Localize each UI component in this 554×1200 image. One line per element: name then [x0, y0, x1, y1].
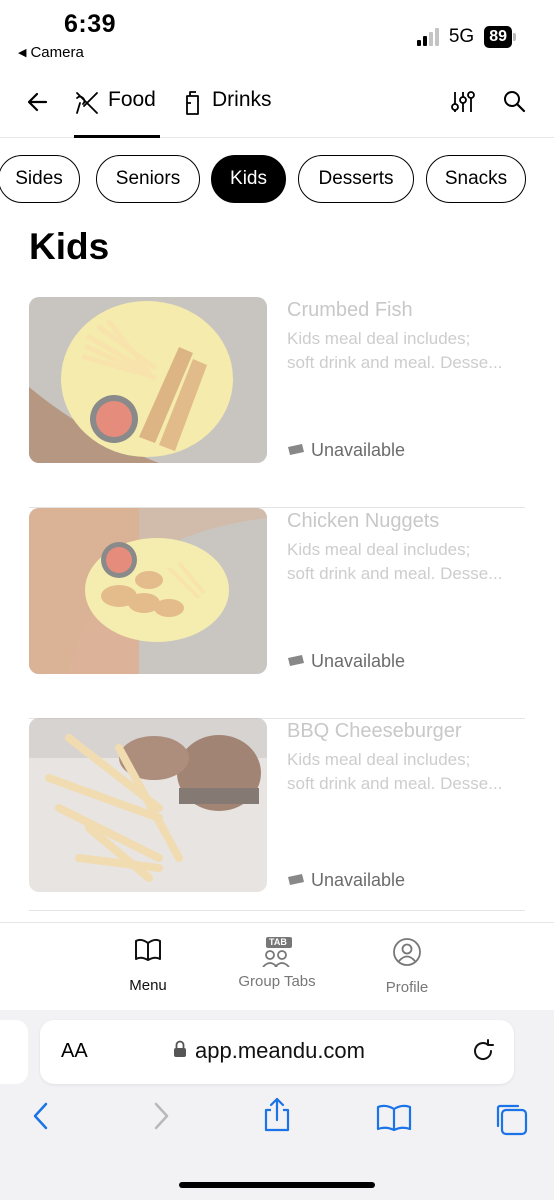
- url-text: app.meandu.com: [195, 1038, 365, 1063]
- nav-menu-label: Menu: [129, 977, 167, 994]
- address-bar[interactable]: AA app.meandu.com: [40, 1020, 514, 1084]
- item-photo-cheeseburger: [29, 718, 267, 892]
- status-indicators: 5G 89: [416, 26, 516, 48]
- bottom-nav: Menu TAB Group Tabs Profile: [0, 922, 554, 1010]
- chip-seniors[interactable]: Seniors: [96, 155, 200, 203]
- unavailable-icon: [287, 651, 305, 672]
- menu-item[interactable]: BBQ Cheeseburger Kids meal deal includes…: [29, 718, 525, 911]
- back-triangle-icon: ◀: [18, 47, 27, 59]
- tab-food[interactable]: Food: [74, 84, 160, 138]
- book-open-icon: [133, 937, 163, 969]
- nav-menu[interactable]: Menu: [126, 937, 170, 994]
- network-type: 5G: [448, 26, 475, 47]
- menu-item[interactable]: Crumbed Fish Kids meal deal includes; so…: [29, 297, 525, 508]
- url-display[interactable]: app.meandu.com: [173, 1038, 365, 1064]
- item-name: Chicken Nuggets: [287, 510, 440, 532]
- item-name: BBQ Cheeseburger: [287, 720, 462, 742]
- item-photo-nuggets: [29, 508, 267, 674]
- reload-icon[interactable]: [470, 1038, 496, 1069]
- filter-sliders-icon[interactable]: [449, 88, 477, 116]
- chip-sides[interactable]: Sides: [0, 155, 80, 203]
- lock-icon: [173, 1038, 187, 1064]
- section-title: Kids: [29, 226, 110, 267]
- item-description: Kids meal deal includes; soft drink and …: [287, 540, 503, 583]
- back-to-app[interactable]: ◀ Camera: [18, 44, 84, 61]
- chip-kids[interactable]: Kids: [211, 155, 286, 203]
- forward-chevron-icon[interactable]: [150, 1100, 172, 1137]
- status-bar: 6:39 ◀ Camera 5G 89: [0, 0, 554, 70]
- item-photo-fish: [29, 297, 267, 463]
- item-name: Crumbed Fish: [287, 299, 413, 321]
- unavailable-icon: [287, 870, 305, 891]
- status-time: 6:39: [64, 10, 117, 38]
- profile-icon: [392, 937, 422, 971]
- tab-drinks[interactable]: Drinks: [182, 84, 272, 138]
- home-indicator: [179, 1182, 375, 1188]
- battery-icon: 89: [484, 26, 516, 48]
- chip-snacks[interactable]: Snacks: [426, 155, 526, 203]
- chip-desserts[interactable]: Desserts: [298, 155, 414, 203]
- group-tab-icon: TAB: [260, 937, 294, 968]
- bookmarks-icon[interactable]: [376, 1104, 412, 1137]
- item-description: Kids meal deal includes; soft drink and …: [287, 750, 503, 793]
- menu-item[interactable]: Chicken Nuggets Kids meal deal includes;…: [29, 508, 525, 719]
- tab-drinks-label: Drinks: [212, 88, 272, 111]
- browser-chrome: AA app.meandu.com: [0, 1010, 554, 1200]
- previous-tab-peek[interactable]: [0, 1020, 28, 1084]
- tab-badge: TAB: [269, 937, 287, 947]
- tab-food-label: Food: [108, 88, 156, 111]
- utensils-icon: [74, 88, 100, 122]
- search-icon[interactable]: [501, 88, 529, 116]
- item-status: Unavailable: [287, 651, 405, 672]
- drink-icon: [182, 88, 204, 122]
- back-app-label: Camera: [30, 44, 84, 61]
- share-icon[interactable]: [262, 1096, 292, 1137]
- nav-group-tabs-label: Group Tabs: [238, 973, 316, 990]
- back-chevron-icon[interactable]: [30, 1100, 52, 1137]
- tabs-overview-icon[interactable]: [494, 1102, 528, 1141]
- category-chips: Sides Seniors Kids Desserts Snacks: [0, 155, 554, 203]
- nav-profile-label: Profile: [385, 979, 429, 996]
- menu-header: Food Drinks: [0, 70, 554, 138]
- item-status: Unavailable: [287, 440, 405, 461]
- nav-profile[interactable]: Profile: [380, 937, 434, 996]
- text-size-button[interactable]: AA: [61, 1040, 88, 1063]
- unavailable-icon: [287, 440, 305, 461]
- back-arrow-icon[interactable]: [24, 88, 52, 116]
- cellular-signal-icon: [416, 28, 439, 46]
- battery-level: 89: [484, 26, 512, 48]
- item-status: Unavailable: [287, 870, 405, 891]
- nav-group-tabs[interactable]: TAB Group Tabs: [233, 937, 321, 990]
- item-description: Kids meal deal includes; soft drink and …: [287, 329, 503, 372]
